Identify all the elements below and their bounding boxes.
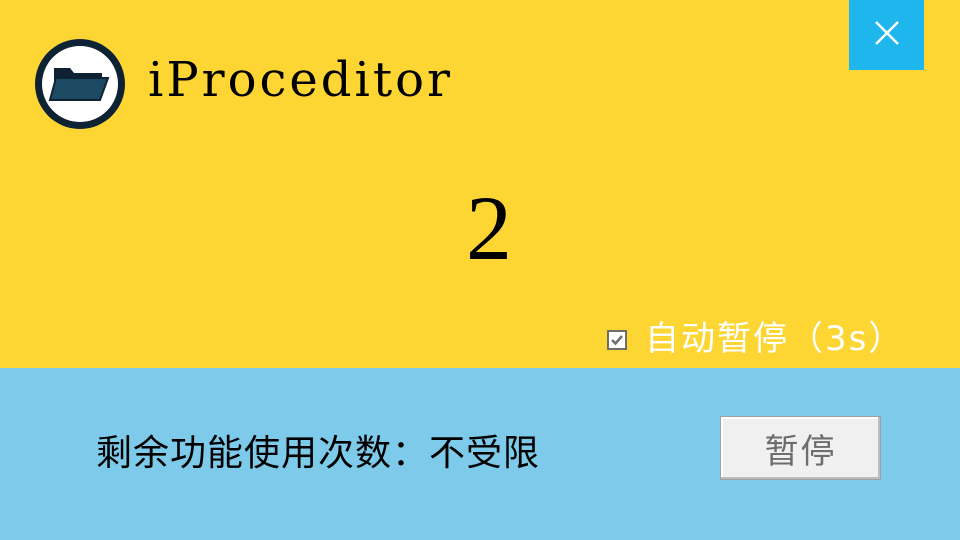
auto-pause-label: 自动暂停（3s） <box>645 319 905 359</box>
app-title: iProceditor <box>148 52 453 108</box>
pause-button[interactable]: 暂停 <box>720 416 881 480</box>
checkbox-checked-icon[interactable] <box>607 330 627 350</box>
app-logo <box>32 36 128 132</box>
countdown-number: 2 <box>466 177 512 279</box>
app-window: iProceditor 2 自动暂停（3s） 剩余功能使用次数：不受限 暂停 <box>0 0 960 540</box>
remaining-usage-text: 剩余功能使用次数：不受限 <box>96 433 541 474</box>
close-button[interactable] <box>849 0 924 70</box>
close-icon <box>874 20 900 50</box>
auto-pause-checkbox[interactable]: 自动暂停（3s） <box>607 315 904 363</box>
folder-open-icon <box>35 39 125 129</box>
